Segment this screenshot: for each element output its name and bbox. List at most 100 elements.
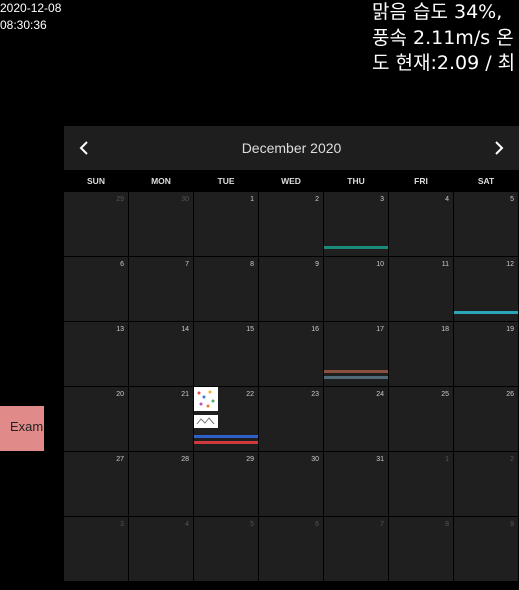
day-number: 4 xyxy=(445,196,449,203)
day-cell[interactable]: 8 xyxy=(194,257,258,321)
day-cell[interactable]: 29 xyxy=(194,452,258,516)
day-cell[interactable]: 8 xyxy=(389,517,453,581)
day-number: 27 xyxy=(116,456,124,463)
day-number: 29 xyxy=(246,456,254,463)
day-cell[interactable]: 9 xyxy=(259,257,323,321)
day-cell[interactable]: 3 xyxy=(64,517,128,581)
day-cell[interactable]: 20 xyxy=(64,387,128,451)
day-cell[interactable]: 31 xyxy=(324,452,388,516)
day-cell[interactable]: 14 xyxy=(129,322,193,386)
day-number: 11 xyxy=(441,261,449,268)
day-number: 12 xyxy=(506,261,514,268)
day-number: 16 xyxy=(311,326,319,333)
day-number: 10 xyxy=(376,261,384,268)
clock-time: 08:30:36 xyxy=(0,18,47,32)
day-number: 26 xyxy=(506,391,514,398)
weekday-header-row: SUN MON TUE WED THU FRI SAT xyxy=(64,170,519,192)
calendar: December 2020 SUN MON TUE WED THU FRI SAT 29 30… xyxy=(64,126,519,581)
day-number: 25 xyxy=(441,391,449,398)
day-number: 19 xyxy=(506,326,514,333)
event-bar[interactable] xyxy=(324,246,388,249)
day-cell[interactable]: 10 xyxy=(324,257,388,321)
day-number: 17 xyxy=(376,326,384,333)
day-cell[interactable]: 7 xyxy=(324,517,388,581)
weekday-label: SUN xyxy=(87,176,105,186)
day-cell[interactable]: 25 xyxy=(389,387,453,451)
event-bar[interactable] xyxy=(194,441,258,444)
day-cell[interactable]: 9 xyxy=(454,517,518,581)
day-number: 5 xyxy=(510,196,514,203)
day-cell[interactable]: 11 xyxy=(389,257,453,321)
day-number: 30 xyxy=(311,456,319,463)
day-number: 28 xyxy=(181,456,189,463)
prev-month-button[interactable] xyxy=(64,126,104,170)
calendar-grid: 29 30 1 2 3 4 5 6 7 8 9 10 11 12 13 14 15 16 17 18 19 20 21 22 2… xyxy=(64,192,519,581)
day-cell[interactable]: 23 xyxy=(259,387,323,451)
day-number: 7 xyxy=(380,521,384,528)
day-number: 3 xyxy=(120,521,124,528)
event-thumbnail[interactable] xyxy=(194,415,218,428)
day-number: 23 xyxy=(311,391,319,398)
day-cell[interactable]: 17 xyxy=(324,322,388,386)
day-number: 9 xyxy=(510,521,514,528)
day-number: 30 xyxy=(181,196,189,203)
day-cell[interactable]: 27 xyxy=(64,452,128,516)
day-cell[interactable]: 2 xyxy=(454,452,518,516)
day-cell[interactable]: 12 xyxy=(454,257,518,321)
day-cell[interactable]: 24 xyxy=(324,387,388,451)
day-number: 24 xyxy=(376,391,384,398)
day-number: 22 xyxy=(246,391,254,398)
day-cell[interactable]: 4 xyxy=(389,192,453,256)
exam-widget[interactable]: Exam xyxy=(0,406,44,451)
day-number: 6 xyxy=(315,521,319,528)
day-cell[interactable]: 2 xyxy=(259,192,323,256)
event-thumbnail[interactable] xyxy=(194,387,218,411)
day-number: 20 xyxy=(116,391,124,398)
calendar-header: December 2020 xyxy=(64,126,519,170)
day-cell[interactable]: 26 xyxy=(454,387,518,451)
day-number: 5 xyxy=(250,521,254,528)
day-number: 13 xyxy=(116,326,124,333)
day-number: 18 xyxy=(441,326,449,333)
month-title: December 2020 xyxy=(241,140,342,156)
day-number: 21 xyxy=(181,391,189,398)
day-number: 31 xyxy=(376,456,384,463)
day-cell[interactable]: 4 xyxy=(129,517,193,581)
event-bar[interactable] xyxy=(454,311,518,314)
weekday-label: TUE xyxy=(217,176,235,186)
chevron-left-icon xyxy=(79,141,88,155)
day-cell[interactable]: 21 xyxy=(129,387,193,451)
day-cell[interactable]: 6 xyxy=(259,517,323,581)
day-cell[interactable]: 1 xyxy=(194,192,258,256)
day-cell[interactable]: 22 xyxy=(194,387,258,451)
day-cell[interactable]: 29 xyxy=(64,192,128,256)
day-number: 8 xyxy=(445,521,449,528)
day-cell[interactable]: 16 xyxy=(259,322,323,386)
day-number: 8 xyxy=(250,261,254,268)
day-number: 29 xyxy=(116,196,124,203)
day-cell[interactable]: 13 xyxy=(64,322,128,386)
next-month-button[interactable] xyxy=(479,126,519,170)
weekday-label: THU xyxy=(347,176,365,186)
clock-date: 2020-12-08 xyxy=(0,1,62,15)
day-cell[interactable]: 3 xyxy=(324,192,388,256)
day-cell[interactable]: 5 xyxy=(194,517,258,581)
day-cell[interactable]: 1 xyxy=(389,452,453,516)
day-cell[interactable]: 28 xyxy=(129,452,193,516)
day-cell[interactable]: 18 xyxy=(389,322,453,386)
day-number: 3 xyxy=(380,196,384,203)
day-cell[interactable]: 30 xyxy=(129,192,193,256)
day-cell[interactable]: 15 xyxy=(194,322,258,386)
event-bar[interactable] xyxy=(324,376,388,379)
weekday-label: WED xyxy=(281,176,301,186)
event-bar[interactable] xyxy=(194,435,258,438)
weekday-label: FRI xyxy=(414,176,428,186)
day-cell[interactable]: 5 xyxy=(454,192,518,256)
day-cell[interactable]: 30 xyxy=(259,452,323,516)
day-cell[interactable]: 7 xyxy=(129,257,193,321)
event-bar[interactable] xyxy=(324,370,388,373)
day-cell[interactable]: 19 xyxy=(454,322,518,386)
day-cell[interactable]: 6 xyxy=(64,257,128,321)
weekday-label: SAT xyxy=(477,176,495,186)
day-number: 1 xyxy=(445,456,449,463)
